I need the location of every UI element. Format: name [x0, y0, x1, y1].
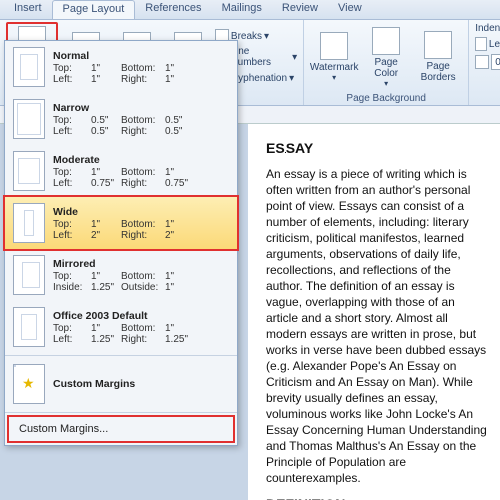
page-color-button[interactable]: Page Color — [362, 22, 410, 92]
margins-option-title: Office 2003 Default — [53, 310, 229, 322]
canvas-gutter: NormalTop:1"Bottom:1"Left:1"Right:1"Narr… — [0, 124, 248, 500]
ribbon-tabs: Insert Page Layout References Mailings R… — [0, 0, 500, 20]
tab-page-layout[interactable]: Page Layout — [52, 0, 136, 19]
margins-option-custom[interactable]: Custom Margins — [5, 358, 237, 410]
doc-heading-2: DEFINITION — [266, 496, 488, 500]
watermark-icon — [320, 32, 348, 60]
margins-dropdown: NormalTop:1"Bottom:1"Left:1"Right:1"Narr… — [4, 40, 238, 446]
doc-paragraph-1: An essay is a piece of writing which is … — [266, 166, 488, 486]
tab-insert[interactable]: Insert — [4, 0, 52, 19]
page-color-icon — [372, 27, 400, 55]
margins-option-mirrored[interactable]: MirroredTop:1"Bottom:1"Inside:1.25"Outsi… — [5, 249, 237, 301]
tab-view[interactable]: View — [328, 0, 372, 19]
margins-option-title: Narrow — [53, 102, 229, 114]
line-numbers-label: Line Numbers — [230, 46, 290, 68]
watermark-label: Watermark — [310, 62, 359, 73]
indent-left-label: Left: — [489, 39, 500, 50]
indent-right-row: 0" — [475, 53, 500, 71]
indent-left-row: Left: 0" — [475, 35, 500, 53]
group-page-background: Watermark Page Color Page Borders Page B… — [304, 20, 469, 105]
indent-heading: Indent — [475, 22, 500, 35]
margins-thumb-icon — [13, 47, 45, 87]
tab-references[interactable]: References — [135, 0, 211, 19]
page-color-label: Page Color — [364, 57, 408, 79]
margins-option-wide[interactable]: WideTop:1"Bottom:1"Left:2"Right:2" — [3, 195, 239, 251]
margins-thumb-icon — [13, 203, 45, 243]
custom-margins-icon — [13, 364, 45, 404]
page-borders-label: Page Borders — [416, 61, 460, 83]
group-paragraph: Indent Left: 0" 0" — [469, 20, 500, 105]
indent-right-icon — [475, 55, 489, 69]
tab-mailings[interactable]: Mailings — [212, 0, 272, 19]
indent-left-icon — [475, 37, 487, 51]
watermark-button[interactable]: Watermark — [310, 22, 358, 92]
page-borders-icon — [424, 31, 452, 59]
margins-thumb-icon — [13, 255, 45, 295]
margins-option-office2003[interactable]: Office 2003 DefaultTop:1"Bottom:1"Left:1… — [5, 301, 237, 353]
page-borders-button[interactable]: Page Borders — [414, 22, 462, 92]
margins-option-normal[interactable]: NormalTop:1"Bottom:1"Left:1"Right:1" — [5, 41, 237, 93]
margins-option-title: Moderate — [53, 154, 229, 166]
margins-thumb-icon — [13, 151, 45, 191]
document-page[interactable]: ESSAY An essay is a piece of writing whi… — [248, 124, 500, 500]
indent-right-input[interactable]: 0" — [491, 54, 500, 70]
group-label-page-background: Page Background — [310, 93, 462, 104]
tab-review[interactable]: Review — [272, 0, 328, 19]
margins-option-narrow[interactable]: NarrowTop:0.5"Bottom:0.5"Left:0.5"Right:… — [5, 93, 237, 145]
hyphenation-label: Hyphenation — [231, 73, 287, 84]
custom-margins-button[interactable]: Custom Margins... — [7, 415, 235, 443]
margins-thumb-icon — [13, 99, 45, 139]
margins-option-title: Normal — [53, 50, 229, 62]
margins-option-moderate[interactable]: ModerateTop:1"Bottom:1"Left:0.75"Right:0… — [5, 145, 237, 197]
margins-option-title: Mirrored — [53, 258, 229, 270]
doc-heading-1: ESSAY — [266, 140, 488, 156]
margins-thumb-icon — [13, 307, 45, 347]
margins-option-title: Wide — [53, 206, 229, 218]
